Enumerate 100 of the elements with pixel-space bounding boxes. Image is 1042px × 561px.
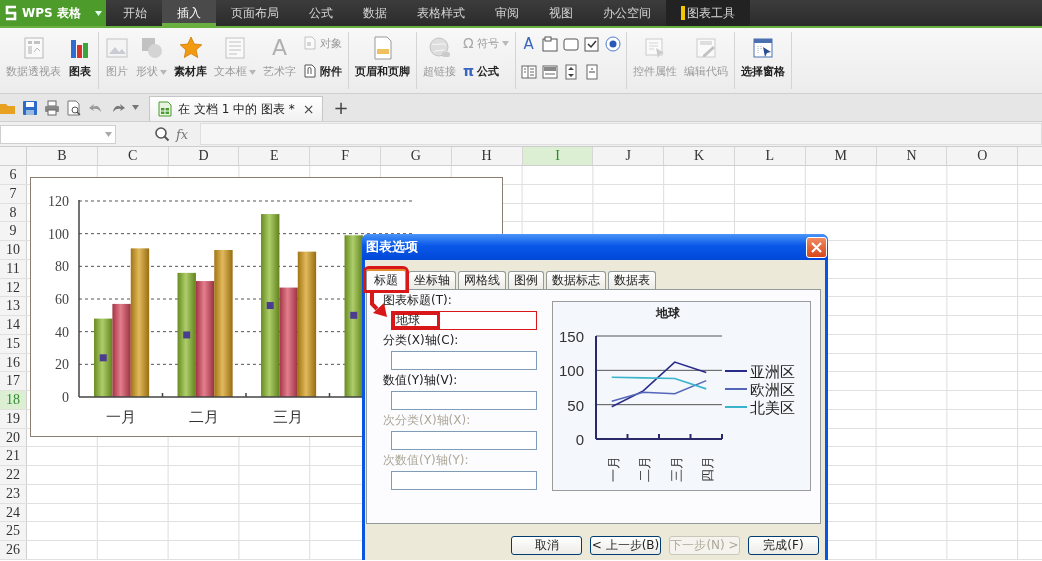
insert-function-button[interactable]: fx [174,126,191,142]
column-header[interactable]: G [381,147,452,165]
ribbon-button[interactable]: 素材库 [172,32,209,79]
column-header[interactable]: O [947,147,1019,165]
formula-input[interactable] [200,123,1042,145]
list-box-icon[interactable] [519,63,538,81]
pivot-table-icon [21,36,46,60]
dialog-tab[interactable]: 标题 [366,269,406,290]
row-header[interactable]: 18 [0,391,27,409]
menu-tab[interactable]: 办公空间 [588,0,666,26]
column-header[interactable]: C [97,147,169,165]
data-marker [183,331,191,339]
dialog-button[interactable]: 取消 [511,536,582,555]
dialog-title: 图表选项 [366,238,418,256]
axis-label: 一月 [105,408,136,426]
data-marker [99,354,107,362]
ribbon-button[interactable]: 附件 [301,62,344,80]
axis-label: 0 [575,431,584,448]
row-header[interactable]: 9 [0,222,27,240]
globe-icon [427,36,452,60]
axis-label: 40 [55,324,69,340]
star-icon [178,36,203,60]
column-header[interactable]: L [734,147,806,165]
row-header[interactable]: 17 [0,372,27,390]
radio-button-icon[interactable] [603,35,622,53]
row-header[interactable]: 21 [0,447,27,465]
ribbon-button[interactable]: 页眉和页脚 [353,32,412,79]
text-field[interactable] [391,351,537,370]
window-cursor-icon [750,36,775,60]
menu-tab[interactable]: 表格样式 [402,0,480,26]
field-label: 数值(Y)轴(V): [383,372,458,389]
column-header[interactable]: F [310,147,381,165]
column-header[interactable]: H [451,147,523,165]
close-button[interactable] [806,236,827,258]
row-header[interactable]: 26 [0,541,27,559]
dialog-tab[interactable]: 数据表 [608,271,656,289]
column-header[interactable]: N [876,147,948,165]
menu-tab[interactable]: 图表工具 [666,0,750,26]
ribbon-button[interactable]: π 公式 [461,62,511,80]
menu-tab[interactable]: 插入 [162,0,216,26]
column-header[interactable]: J [593,147,665,165]
menu-tab[interactable]: 数据 [348,0,402,26]
menu-tab[interactable]: 审阅 [480,0,534,26]
document-tab[interactable]: 在 文档 1 中的 图表 * × [149,96,324,121]
column-header[interactable]: K [664,147,735,165]
row-header[interactable]: 13 [0,297,27,315]
column-header[interactable]: B [27,147,98,165]
axis-label: 0 [62,390,69,405]
print-preview-icon[interactable] [66,99,82,116]
row-header[interactable]: 14 [0,316,27,334]
menu-tab[interactable]: 视图 [534,0,588,26]
column-header[interactable]: I [522,147,594,165]
close-icon [811,241,822,253]
text-field[interactable]: 地球 [391,311,537,330]
magnifier-icon[interactable] [154,126,170,142]
column-header[interactable]: E [239,147,311,165]
new-tab-button[interactable]: + [329,97,353,118]
legend-label: 欧洲区 [750,381,795,399]
ribbon-button[interactable]: 图表 [66,32,94,79]
menu-tab[interactable]: 公式 [294,0,348,26]
caret-icon [95,10,102,16]
shapes-icon [139,36,164,60]
menu-tab[interactable]: 页面布局 [216,0,294,26]
caret-icon [132,105,139,110]
row-header[interactable]: 10 [0,241,27,259]
axis-label: 三月 [272,408,303,426]
symbol-icon: π [463,63,475,79]
print-icon[interactable] [44,99,60,116]
axis-label: 三月 [668,456,684,482]
document-icon [303,36,317,50]
dialog-tab[interactable]: 数据标志 [546,271,606,289]
dialog-button[interactable]: < 上一步(B) [590,536,661,555]
spreadsheet-icon [158,101,172,117]
row-header[interactable]: 22 [0,466,27,484]
dialog-tab[interactable]: 网格线 [458,271,506,289]
axis-label: 20 [55,357,69,373]
text-field[interactable] [391,391,537,410]
label-frame-icon[interactable] [540,35,559,53]
save-icon[interactable] [22,99,38,116]
label-control-icon[interactable]: A [519,35,538,53]
axis-label: 二月 [637,456,653,482]
dialog-tab[interactable]: 图例 [508,271,544,289]
field-label: 分类(X)轴(C): [383,332,459,349]
data-marker [350,311,358,319]
data-marker [266,302,274,310]
row-header[interactable]: 6 [0,166,27,184]
dialog-button[interactable]: 完成(F) [748,536,819,555]
dialog-tab[interactable]: 坐标轴 [408,271,456,289]
column-header[interactable]: D [168,147,240,165]
row-header[interactable]: 25 [0,522,27,540]
close-tab-button[interactable]: × [300,101,317,117]
ribbon-button[interactable]: 选择窗格 [738,32,787,79]
axis-label: 150 [558,328,584,345]
checkbox-icon[interactable] [582,35,601,53]
field-label: 次数值(Y)轴(Y): [383,452,469,469]
letter-icon: A [271,36,288,60]
image-icon [105,36,129,60]
axis-label: 80 [55,259,69,275]
menu-tab[interactable]: 开始 [108,0,162,26]
column-header[interactable]: M [805,147,877,165]
